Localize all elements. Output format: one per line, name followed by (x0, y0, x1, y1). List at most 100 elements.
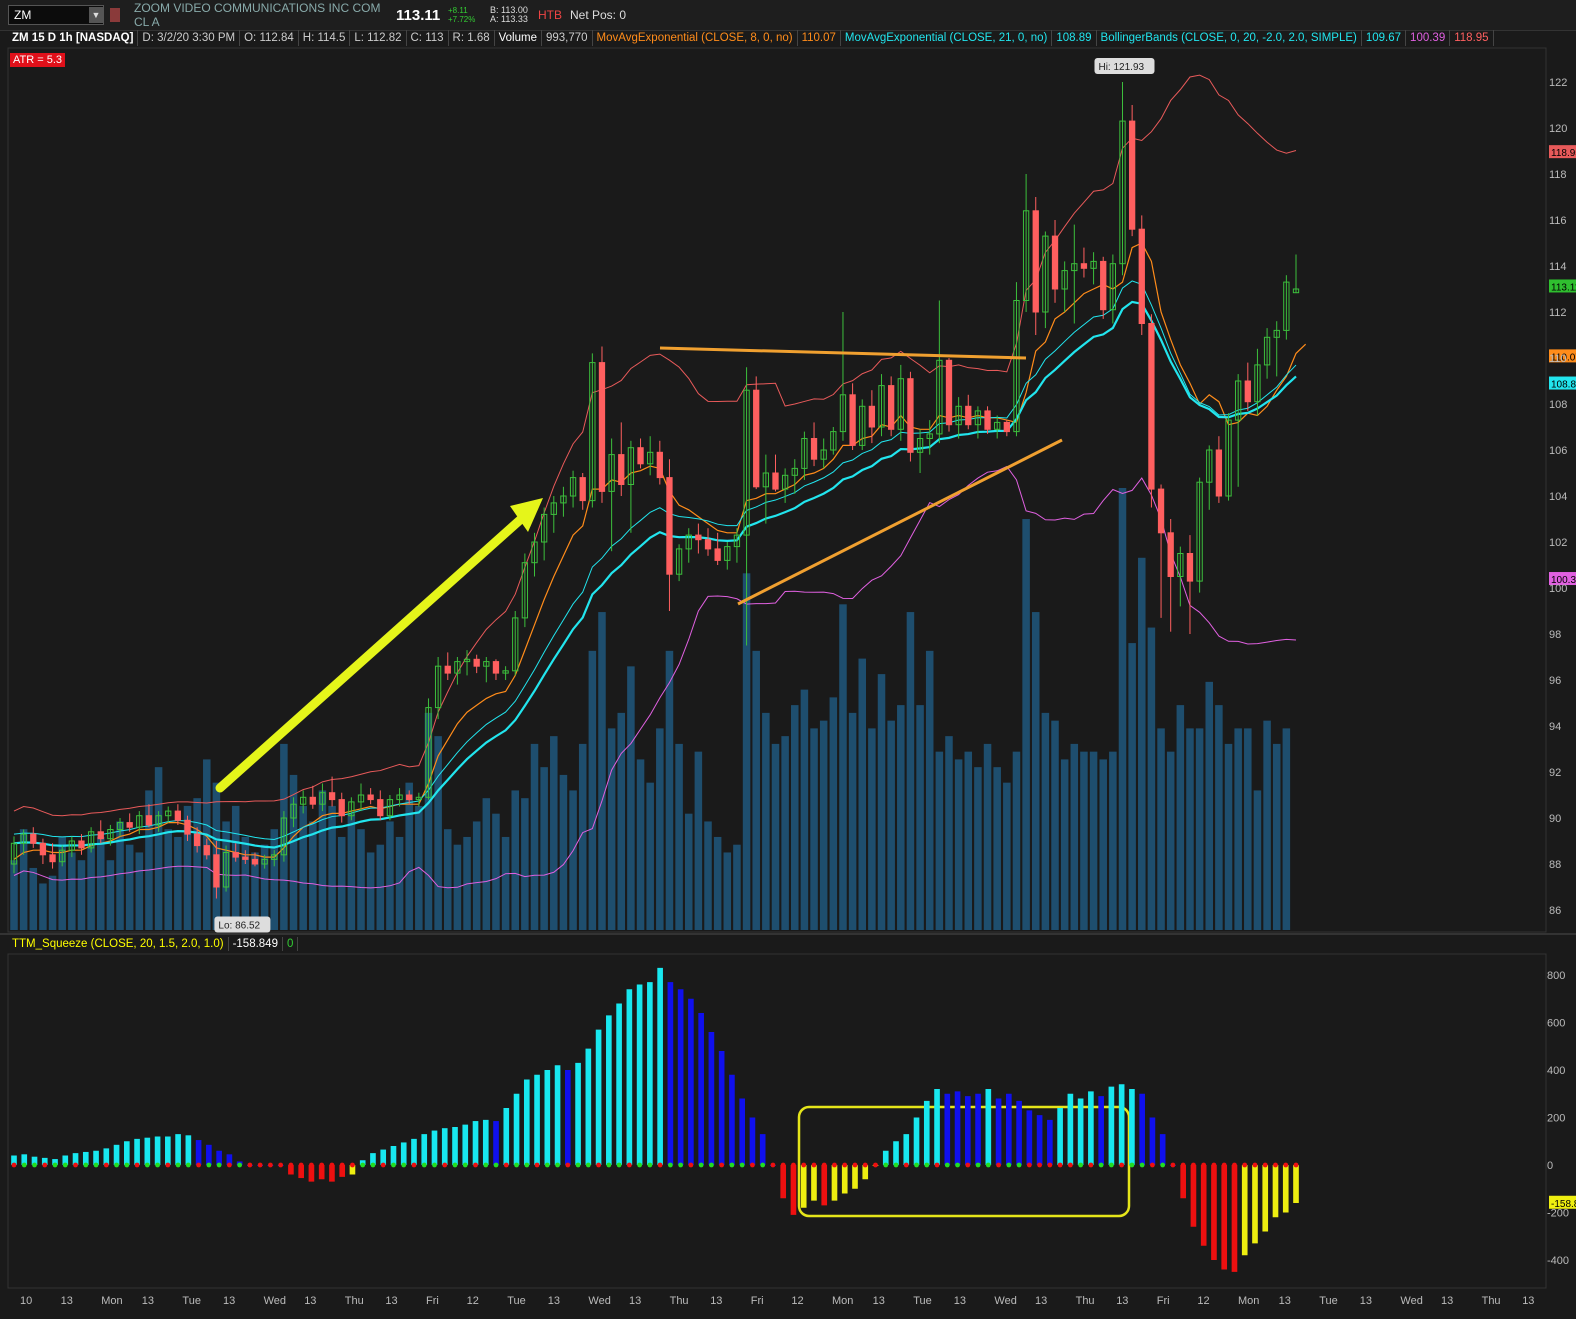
volume-bar (1041, 712, 1050, 930)
volume-bar (328, 805, 336, 930)
volume-bar (646, 782, 654, 930)
squeeze-bar (1190, 1165, 1197, 1227)
candle-body (1148, 323, 1155, 490)
time-axis-tick: 13 (1441, 1295, 1453, 1307)
squeeze-bar (493, 1121, 499, 1165)
candle-body (473, 658, 480, 667)
time-axis-tick: Thu (1482, 1295, 1501, 1307)
volume-bar (48, 875, 57, 930)
squeeze-dot (144, 1162, 150, 1168)
volume-bar (1253, 790, 1262, 930)
squeeze-bar (585, 1048, 592, 1165)
volume-bar (694, 751, 703, 930)
squeeze-dot (196, 1162, 202, 1168)
squeeze-bar (1272, 1165, 1279, 1218)
squeeze-bar (913, 1117, 920, 1165)
volume-bar (125, 844, 134, 930)
squeeze-dot (842, 1162, 848, 1168)
ttm-axis-tick: 200 (1547, 1113, 1565, 1125)
candle-body (309, 796, 316, 805)
squeeze-bar (903, 1134, 910, 1165)
volume-bar (762, 712, 770, 930)
squeeze-bar (329, 1165, 335, 1182)
squeeze-bar (123, 1141, 130, 1165)
candle-body (328, 792, 336, 801)
squeeze-bar (1282, 1165, 1289, 1213)
ttm-axis-tick: 400 (1547, 1065, 1565, 1077)
candle-body (1080, 263, 1088, 269)
time-axis-tick: 13 (385, 1295, 397, 1307)
squeeze-dot (155, 1162, 160, 1168)
squeeze-bar (1211, 1165, 1217, 1260)
squeeze-dot (575, 1162, 581, 1168)
volume-bar (983, 743, 992, 930)
support-line (737, 438, 1063, 606)
volume-bar (318, 790, 327, 930)
squeeze-bar (667, 982, 674, 1165)
squeeze-bar (1026, 1110, 1033, 1165)
volume-bar (87, 844, 95, 930)
squeeze-dot (350, 1162, 355, 1168)
squeeze-dot (216, 1162, 222, 1168)
squeeze-bar (811, 1165, 817, 1201)
volume-bar (1022, 519, 1030, 930)
squeeze-bar (452, 1127, 458, 1165)
time-axis-tick: 12 (791, 1295, 803, 1307)
volume-bar (598, 612, 606, 930)
volume-bar (174, 836, 182, 930)
squeeze-dot (391, 1162, 396, 1168)
squeeze-dot (914, 1162, 919, 1168)
candle-body (49, 854, 56, 863)
squeeze-dot (483, 1162, 489, 1168)
squeeze-dot (565, 1162, 571, 1168)
volume-bar (675, 743, 683, 930)
price-axis-tick: 102 (1549, 537, 1567, 549)
squeeze-bar (523, 1079, 530, 1165)
squeeze-dot (124, 1162, 130, 1168)
time-axis-tick: Mon (832, 1295, 853, 1307)
squeeze-bar (441, 1128, 448, 1165)
volume-bar (1080, 751, 1088, 930)
candle-body (868, 405, 876, 428)
volume-bar (781, 736, 789, 930)
squeeze-dot (1088, 1162, 1094, 1168)
volume-bar (839, 604, 847, 930)
time-axis-tick: Tue (913, 1295, 932, 1307)
time-axis-tick: Tue (507, 1295, 526, 1307)
volume-bar (636, 759, 645, 930)
volume-bar (1215, 705, 1223, 930)
candle-body (1244, 380, 1251, 403)
candle-body (1167, 532, 1174, 577)
volume-bar (897, 705, 905, 930)
squeeze-bar (606, 1015, 612, 1165)
price-tag-label: 108.89 (1551, 380, 1576, 391)
squeeze-dot (268, 1162, 273, 1168)
price-axis-tick: 108 (1549, 399, 1567, 411)
squeeze-dot (862, 1162, 868, 1168)
candle-body (174, 810, 182, 821)
volume-bar (733, 844, 741, 930)
volume-bar (607, 728, 616, 930)
volume-bar (1128, 643, 1136, 930)
candle-body (377, 799, 384, 817)
candle-body (704, 539, 712, 550)
volume-bar (1070, 743, 1079, 930)
volume-bar (68, 852, 76, 930)
squeeze-bar (698, 1013, 704, 1165)
squeeze-bar (893, 1141, 899, 1165)
volume-bar (231, 805, 240, 930)
price-axis-tick: 116 (1549, 215, 1567, 227)
volume-bar (492, 813, 500, 930)
price-chart[interactable]: Hi: 121.93Lo: 86.52118.95113.11110.07108… (0, 0, 1576, 1319)
squeeze-dot (165, 1162, 171, 1168)
squeeze-bar (154, 1136, 161, 1165)
squeeze-dot (616, 1162, 622, 1168)
volume-bar (1051, 720, 1059, 930)
squeeze-dot (1293, 1162, 1299, 1168)
volume-bar (337, 836, 346, 930)
time-axis-tick: Wed (1400, 1295, 1422, 1307)
squeeze-dot (780, 1162, 786, 1168)
squeeze-dot (596, 1162, 601, 1168)
volume-bar (501, 836, 510, 930)
price-axis-tick: 118 (1549, 169, 1567, 181)
